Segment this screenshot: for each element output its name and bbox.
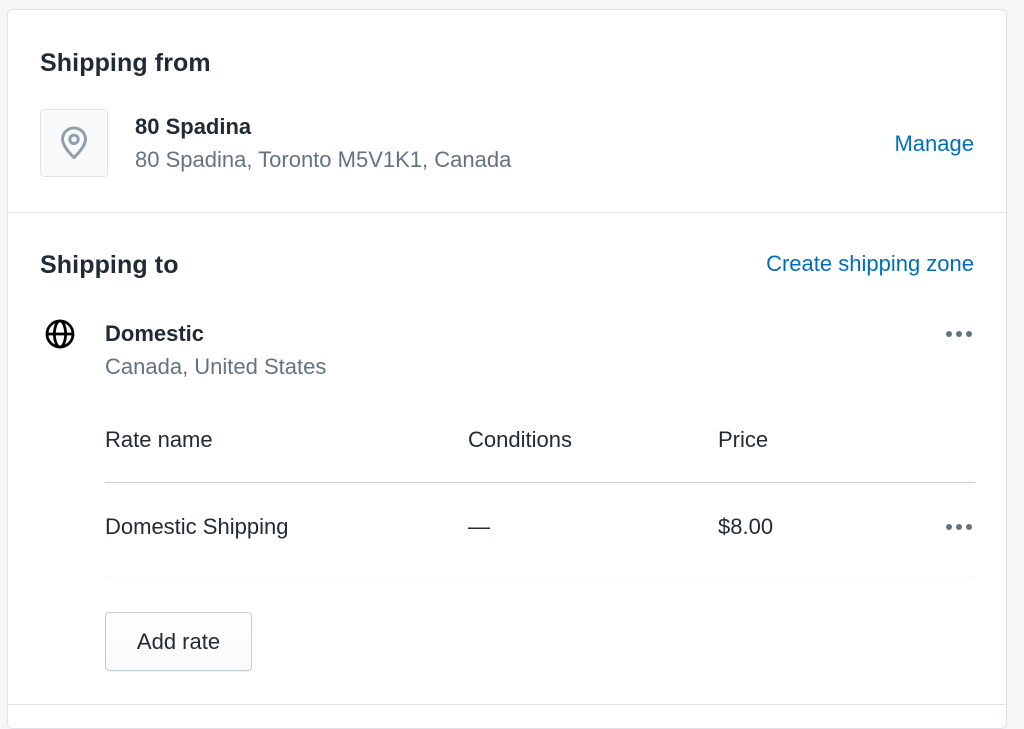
- shipping-from-heading: Shipping from: [40, 49, 211, 77]
- shipping-to-heading: Shipping to: [40, 251, 179, 279]
- location-icon-box: [40, 109, 108, 177]
- add-rate-button[interactable]: Add rate: [105, 612, 252, 671]
- rate-price-cell: $8.00: [718, 514, 774, 539]
- shipping-from-section: Shipping from 80 Spadina 80 Spadina, Tor…: [8, 10, 1006, 213]
- table-row-divider: [105, 577, 975, 578]
- zone-more-actions-button[interactable]: [944, 324, 974, 344]
- shipping-card: Shipping from 80 Spadina 80 Spadina, Tor…: [7, 9, 1007, 729]
- location-address: 80 Spadina, Toronto M5V1K1, Canada: [135, 147, 512, 172]
- more-horizontal-icon: [946, 331, 972, 337]
- rate-conditions-cell: —: [468, 514, 490, 539]
- rate-name-cell: Domestic Shipping: [105, 514, 289, 539]
- section-divider: [8, 704, 1006, 705]
- manage-link[interactable]: Manage: [894, 131, 974, 157]
- column-header-price: Price: [718, 427, 769, 452]
- more-horizontal-icon: [946, 524, 972, 530]
- column-header-conditions: Conditions: [468, 427, 572, 452]
- globe-icon: [45, 319, 75, 349]
- table-header-divider: [105, 482, 975, 483]
- zone-name: Domestic: [105, 321, 205, 346]
- column-header-rate-name: Rate name: [105, 427, 213, 452]
- location-name: 80 Spadina: [135, 114, 252, 139]
- location-pin-icon: [61, 126, 87, 159]
- rate-more-actions-button[interactable]: [944, 517, 974, 537]
- create-shipping-zone-link[interactable]: Create shipping zone: [766, 251, 974, 277]
- zone-countries: Canada, United States: [105, 354, 327, 379]
